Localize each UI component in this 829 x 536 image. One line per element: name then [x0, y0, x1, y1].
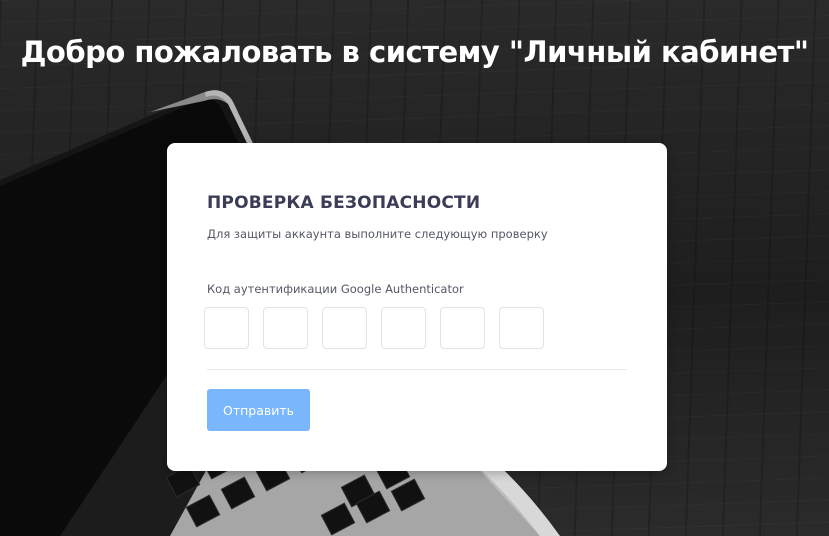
page-title: Добро пожаловать в систему "Личный кабин… — [20, 35, 809, 69]
card-title: ПРОВЕРКА БЕЗОПАСНОСТИ — [207, 193, 481, 213]
code-digit-4[interactable] — [381, 307, 426, 349]
submit-button[interactable]: Отправить — [207, 389, 310, 431]
code-digit-6[interactable] — [499, 307, 544, 349]
code-label: Код аутентификации Google Authenticator — [207, 282, 464, 296]
code-digit-1[interactable] — [204, 307, 249, 349]
code-digit-3[interactable] — [322, 307, 367, 349]
code-inputs — [204, 307, 544, 349]
code-digit-5[interactable] — [440, 307, 485, 349]
code-digit-2[interactable] — [263, 307, 308, 349]
security-check-card: ПРОВЕРКА БЕЗОПАСНОСТИ Для защиты аккаунт… — [167, 143, 667, 471]
divider — [207, 369, 627, 370]
card-subtitle: Для защиты аккаунта выполните следующую … — [207, 227, 548, 241]
